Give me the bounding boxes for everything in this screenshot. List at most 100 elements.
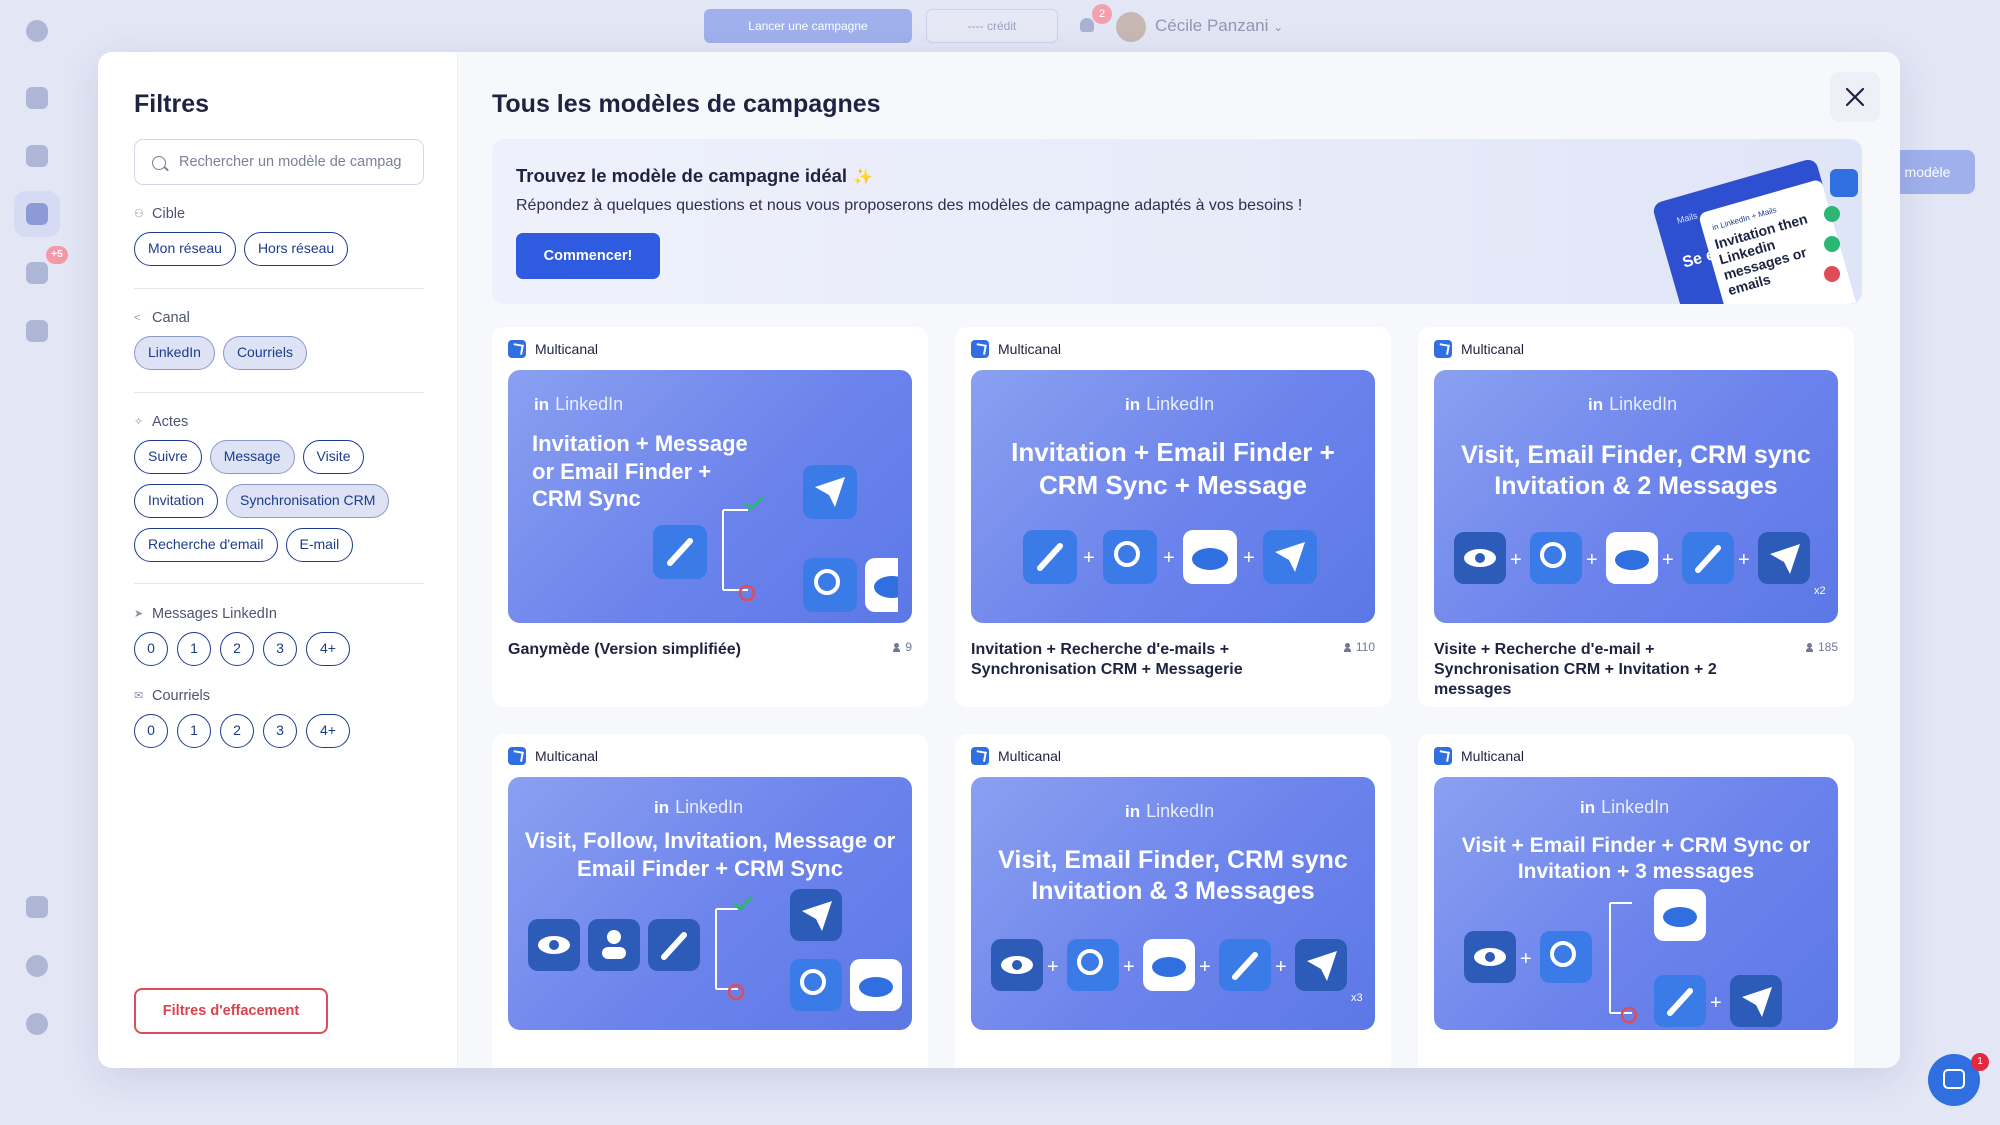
start-button[interactable]: Commencer! [516, 233, 660, 279]
chip-hors-reseau[interactable]: Hors réseau [243, 232, 349, 266]
chip-mon-reseau[interactable]: Mon réseau [134, 232, 236, 266]
linkedin-brand-text: LinkedIn [1609, 394, 1678, 414]
check-icon [743, 495, 765, 512]
credit-button[interactable]: ---- crédit [926, 9, 1058, 43]
multichannel-icon [508, 340, 526, 358]
canal-label-text: Canal [152, 310, 190, 326]
card-thumbnail: in LinkedIn Invitation + Message or Email… [508, 370, 912, 623]
courriels-options: 0 1 2 3 4+ [134, 714, 350, 748]
thumb-title: Visit, Email Finder, CRM sync Invitation… [1461, 441, 1811, 501]
multichannel-icon [1434, 340, 1452, 358]
template-card[interactable]: Multicanal in LinkedIn Invitation + Messa… [492, 327, 928, 707]
msg-count-1[interactable]: 1 [177, 632, 211, 666]
linkedin-brand-text: LinkedIn [675, 797, 744, 817]
avatar[interactable] [1116, 12, 1146, 42]
search-icon [152, 156, 166, 170]
card-tag: Multicanal [1434, 340, 1524, 358]
template-card[interactable]: Multicanal in LinkedIn Visit, Email Finde… [1418, 327, 1854, 707]
chip-synchronisation-crm[interactable]: Synchronisation CRM [226, 484, 390, 518]
close-icon [1845, 87, 1865, 107]
multichannel-icon [971, 340, 989, 358]
close-button[interactable] [1830, 72, 1880, 122]
linkedin-brand-text: LinkedIn [1146, 394, 1215, 414]
card-usage-count: 9 [893, 640, 912, 654]
chip-e-mail[interactable]: E-mail [285, 528, 354, 562]
chip-recherche-email[interactable]: Recherche d'email [134, 528, 278, 562]
template-card[interactable]: Multicanal in LinkedIn Visit, Follow, Inv… [492, 734, 928, 1068]
chip-message[interactable]: Message [209, 440, 295, 474]
mail-count-4plus[interactable]: 4+ [306, 714, 350, 748]
chat-icon[interactable] [26, 262, 48, 284]
card-name: Visite + Recherche d'e-mail + Synchronis… [1434, 641, 1717, 698]
messages-linkedin-label-text: Messages LinkedIn [152, 606, 277, 622]
chip-visite[interactable]: Visite [302, 440, 365, 474]
cloud-glyph [1615, 550, 1649, 570]
bell-icon[interactable] [1080, 18, 1094, 32]
rocket-icon[interactable] [26, 203, 48, 225]
steps-row: + + + [1023, 530, 1317, 584]
multiplier: x2 [1814, 585, 1826, 596]
template-card[interactable]: Multicanal in LinkedIn Visit, Email Finde… [955, 734, 1391, 1068]
mail-count-2[interactable]: 2 [220, 714, 254, 748]
plus-sign: + [1047, 956, 1059, 978]
inbox-icon[interactable] [26, 320, 48, 342]
chip-suivre[interactable]: Suivre [134, 440, 202, 474]
chip-courriels[interactable]: Courriels [222, 336, 307, 370]
card-tag-text: Multicanal [535, 341, 599, 357]
divider [134, 392, 424, 393]
canal-label: < Canal [134, 310, 190, 326]
flow-diagram [528, 889, 902, 1011]
eye-pupil [1475, 553, 1485, 563]
plus-sign: + [1586, 549, 1598, 571]
plus-sign: + [1738, 549, 1750, 571]
divider [134, 288, 424, 289]
template-search-input[interactable] [134, 139, 424, 185]
clear-filters-button[interactable]: Filtres d'effacement [134, 988, 328, 1034]
home-icon[interactable] [26, 87, 48, 109]
banner-illustration: Mails Se en in LinkedIn + Mails Invitati… [1653, 159, 1858, 304]
card-tag: Multicanal [508, 340, 598, 358]
user-name[interactable]: Cécile Panzani ⌄ [1155, 16, 1283, 36]
multichannel-icon [1434, 747, 1452, 765]
chip-linkedin[interactable]: LinkedIn [134, 336, 215, 370]
templates-modal: Filtres ⚇ Cible Mon réseau Hors réseau <… [98, 52, 1900, 1068]
contacts-icon[interactable] [26, 145, 48, 167]
gear-icon[interactable] [26, 955, 48, 977]
mail-count-0[interactable]: 0 [134, 714, 168, 748]
help-icon[interactable] [26, 1013, 48, 1035]
search-icon [1067, 939, 1119, 991]
logo-icon [26, 20, 48, 42]
launch-campaign-button[interactable]: Lancer une campagne [704, 9, 912, 43]
branch-lines [722, 509, 748, 591]
eye-pupil [1485, 952, 1495, 962]
forbidden-icon [738, 584, 756, 602]
card-tag-text: Multicanal [998, 748, 1062, 764]
linkedin-icon: in [534, 394, 550, 414]
mail-count-3[interactable]: 3 [263, 714, 297, 748]
crown-icon[interactable] [26, 896, 48, 918]
thumb-title: Visit, Email Finder, CRM sync Invitation… [998, 846, 1348, 906]
multiplier: x3 [1351, 992, 1363, 1003]
person-body [602, 947, 626, 959]
branch-lines [715, 908, 738, 990]
msg-count-4plus[interactable]: 4+ [306, 632, 350, 666]
chip-invitation[interactable]: Invitation [134, 484, 219, 518]
search-icon [1530, 532, 1582, 584]
linkedin-brand: in LinkedIn [654, 797, 743, 818]
template-card[interactable]: Multicanal in LinkedIn Visit + Email Find… [1418, 734, 1854, 1068]
courriels-label-text: Courriels [152, 688, 211, 704]
mail-count-1[interactable]: 1 [177, 714, 211, 748]
cloud-glyph [1152, 957, 1186, 977]
plus-sign: + [1163, 547, 1175, 569]
linkedin-icon: in [1588, 394, 1604, 414]
check-icon [1824, 236, 1840, 252]
msg-count-3[interactable]: 3 [263, 632, 297, 666]
msg-count-0[interactable]: 0 [134, 632, 168, 666]
template-card[interactable]: Multicanal in LinkedIn Invitation + Email… [955, 327, 1391, 707]
linkedin-brand-text: LinkedIn [555, 394, 624, 414]
actes-options: Suivre Message Visite Invitation Synchro… [134, 440, 434, 562]
card-usage-count: 185 [1805, 640, 1838, 654]
search-icon [1103, 530, 1157, 584]
msg-count-2[interactable]: 2 [220, 632, 254, 666]
actes-label: ✧ Actes [134, 414, 188, 430]
